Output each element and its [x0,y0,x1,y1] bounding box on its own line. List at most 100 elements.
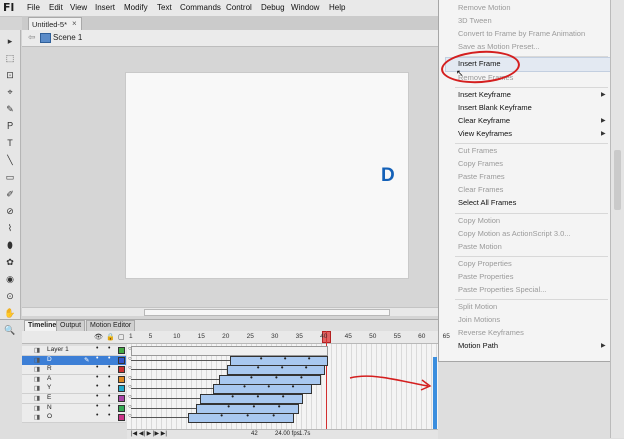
layer-color-swatch[interactable] [118,356,125,364]
menu-item-split-motion: Split Motion [458,302,498,312]
menu-separator [455,86,608,88]
lock-dot[interactable]: • [108,393,110,400]
tool-button[interactable]: ◉ [4,274,16,285]
layer-color-swatch[interactable] [118,414,125,422]
tool-button[interactable]: ⌖ [4,87,16,98]
visibility-dot[interactable]: • [96,403,98,410]
layer-color-swatch[interactable] [118,375,125,383]
layer-name: Y [47,384,52,392]
menu-modify[interactable]: Modify [124,3,148,12]
menu-text[interactable]: Text [157,3,172,12]
menu-file[interactable]: File [27,3,40,12]
menu-view[interactable]: View [70,3,87,12]
tool-button[interactable]: Ｐ [4,121,16,132]
eye-icon[interactable]: 👁 [94,333,103,341]
menu-item-clear-keyframe[interactable]: Clear Keyframe [458,116,510,125]
menu-item-3d-tween: 3D Tween [458,16,492,26]
tool-button[interactable]: ⌇ [4,223,16,234]
stage-horizontal-scrollbar[interactable]: ||| [22,307,470,316]
property-keyframe: • [281,392,285,401]
menu-insert[interactable]: Insert [95,3,115,12]
tool-button[interactable]: ✿ [4,257,16,268]
lock-dot[interactable]: • [108,383,110,390]
scrollbar-thumb[interactable]: ||| [144,308,470,316]
layer-icon: ◨ [34,356,41,364]
tool-button[interactable]: ✋ [4,308,16,319]
visibility-dot[interactable]: • [96,412,98,419]
tab-motion-editor[interactable]: Motion Editor [86,320,136,331]
layer-color-swatch[interactable] [118,385,125,393]
stage[interactable] [125,72,409,279]
tab-output[interactable]: Output [56,320,86,331]
layer-color-swatch[interactable] [118,366,125,374]
tool-button[interactable]: ⬮ [4,240,16,251]
menu-item-insert-blank-keyframe[interactable]: Insert Blank Keyframe [458,103,532,112]
tab-timeline[interactable]: Timeline [24,320,61,331]
outline-icon[interactable]: ▢ [118,333,125,341]
menu-debug[interactable]: Debug [261,3,285,12]
lock-dot[interactable]: • [108,364,110,371]
lock-icon[interactable]: 🔒 [106,333,115,341]
frame-span [131,407,196,409]
motion-tween-span[interactable]: • • • [200,392,303,404]
visibility-dot[interactable]: • [96,345,98,352]
motion-tween-span[interactable]: • • • [213,382,312,395]
keyframe-marker: ○ [128,413,132,420]
close-icon[interactable]: × [72,19,77,28]
menu-item-motion-path[interactable]: Motion Path [458,341,498,350]
menu-item-paste-motion: Paste Motion [458,241,502,251]
menu-help[interactable]: Help [329,3,345,12]
back-arrow-icon[interactable]: ⇦ [28,32,36,43]
menu-commands[interactable]: Commands [180,3,221,12]
property-keyframe: • [291,382,295,392]
tool-button[interactable]: ⊡ [4,70,16,81]
frame-number: 20 [222,333,230,340]
lock-dot[interactable]: • [108,374,110,381]
lock-dot[interactable]: • [108,345,110,352]
menu-item-cut-frames: Cut Frames [458,146,498,155]
menu-window[interactable]: Window [291,3,319,12]
layer-color-swatch[interactable] [118,347,125,354]
menu-edit[interactable]: Edit [49,3,63,12]
scene-label[interactable]: Scene 1 [53,33,82,42]
menu-item-paste-properties-special: Paste Properties Special... [458,285,547,294]
right-scrollbar[interactable] [610,0,624,438]
tool-button[interactable]: T [4,138,16,149]
tool-button[interactable]: ▸ [4,36,16,47]
playback-controls[interactable]: |◀ ◀| ▶ |▶ ▶| [131,430,167,437]
scrollbar-thumb[interactable] [614,150,621,210]
menu-item-view-keyframes[interactable]: View Keyframes [458,129,512,138]
visibility-dot[interactable]: • [96,374,98,381]
visibility-dot[interactable]: • [96,355,98,362]
frame-number: 10 [173,333,181,340]
document-tab[interactable]: Untitled-5* × [28,17,82,31]
frame-number: 50 [369,333,377,340]
menu-control[interactable]: Control [226,3,252,12]
lock-dot[interactable]: • [108,355,110,362]
lock-dot[interactable]: • [108,412,110,419]
tool-button[interactable]: ✎ [4,104,16,115]
tool-button[interactable]: ⊙ [4,291,16,302]
lock-dot[interactable]: • [108,403,110,410]
tool-button[interactable]: 🔍 [4,325,16,336]
menu-item-join-motions: Join Motions [458,315,501,325]
stage-letter-d[interactable]: D [381,165,395,187]
tool-button[interactable]: ▭ [4,172,16,183]
motion-tween-span[interactable]: • • • [230,354,328,366]
layer-color-swatch[interactable] [118,395,125,402]
status-time: 1.7s [299,431,311,437]
layer-color-swatch[interactable] [118,404,125,412]
visibility-dot[interactable]: • [96,364,98,371]
tool-button[interactable]: ✐ [4,189,16,200]
tool-button[interactable]: ⊘ [4,206,16,217]
tool-button[interactable]: ╲ [4,155,16,166]
menu-item-select-all-frames[interactable]: Select All Frames [458,198,516,207]
submenu-arrow-icon: ▶ [601,130,606,137]
menu-item-insert-keyframe[interactable]: Insert Keyframe [458,90,511,99]
layer-row[interactable]: ◨ O • • [22,412,126,424]
visibility-dot[interactable]: • [96,383,98,390]
motion-tween-span[interactable]: • • • [188,411,294,424]
frame-number: 30 [271,333,279,340]
tool-button[interactable]: ⬚ [4,53,16,64]
visibility-dot[interactable]: • [96,393,98,400]
